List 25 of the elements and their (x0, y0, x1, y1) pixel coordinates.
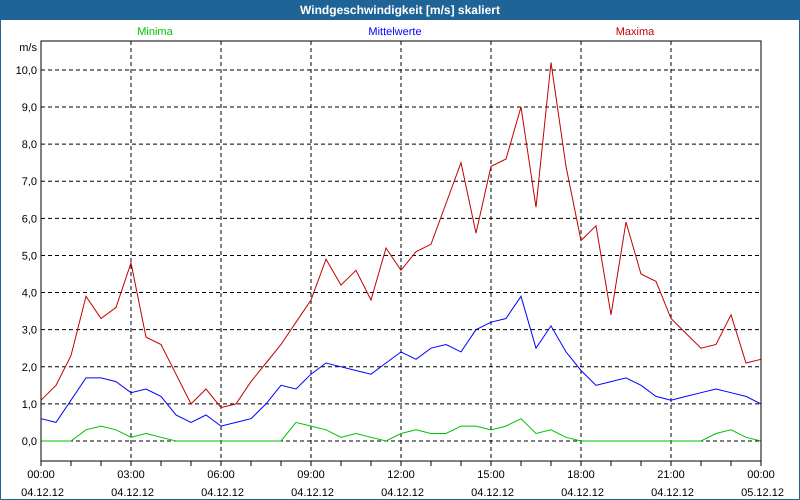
axis-label: 00:00 04.12.12 (21, 469, 64, 499)
legend-label: Mittelwerte (368, 26, 422, 38)
axis-label: m/s (19, 42, 37, 54)
axis-label: 1,0 (22, 398, 37, 411)
axis-label: 0,0 (22, 436, 37, 448)
axis-label: 9,0 (22, 102, 37, 114)
axis-label: 21:00 04.12.12 (651, 469, 694, 499)
legend-label: Maxima (616, 26, 654, 38)
axis-label: 06:00 04.12.12 (201, 469, 244, 499)
axis-label: 10,0 (16, 64, 37, 77)
axis-label: 15:00 04.12.12 (471, 469, 514, 499)
axis-label: 6,0 (22, 213, 37, 226)
axis-label: 3,0 (22, 324, 37, 337)
axis-label: 00:00 05.12.12 (741, 469, 784, 499)
axis-label: 4,0 (22, 288, 37, 300)
axis-label: 09:00 04.12.12 (291, 469, 334, 499)
axis-label: 12:00 04.12.12 (381, 469, 424, 499)
axis-label: 5,0 (22, 250, 37, 262)
axis-label: 8,0 (22, 139, 37, 152)
window-title: Windgeschwindigkeit [m/s] skaliert (1, 0, 799, 20)
axis-label: 18:00 04.12.12 (561, 469, 604, 499)
axis-label: 7,0 (22, 176, 37, 188)
axis-label: 03:00 04.12.12 (111, 469, 154, 499)
axis-label: 2,0 (22, 362, 37, 374)
legend-label: Minima (137, 26, 173, 38)
